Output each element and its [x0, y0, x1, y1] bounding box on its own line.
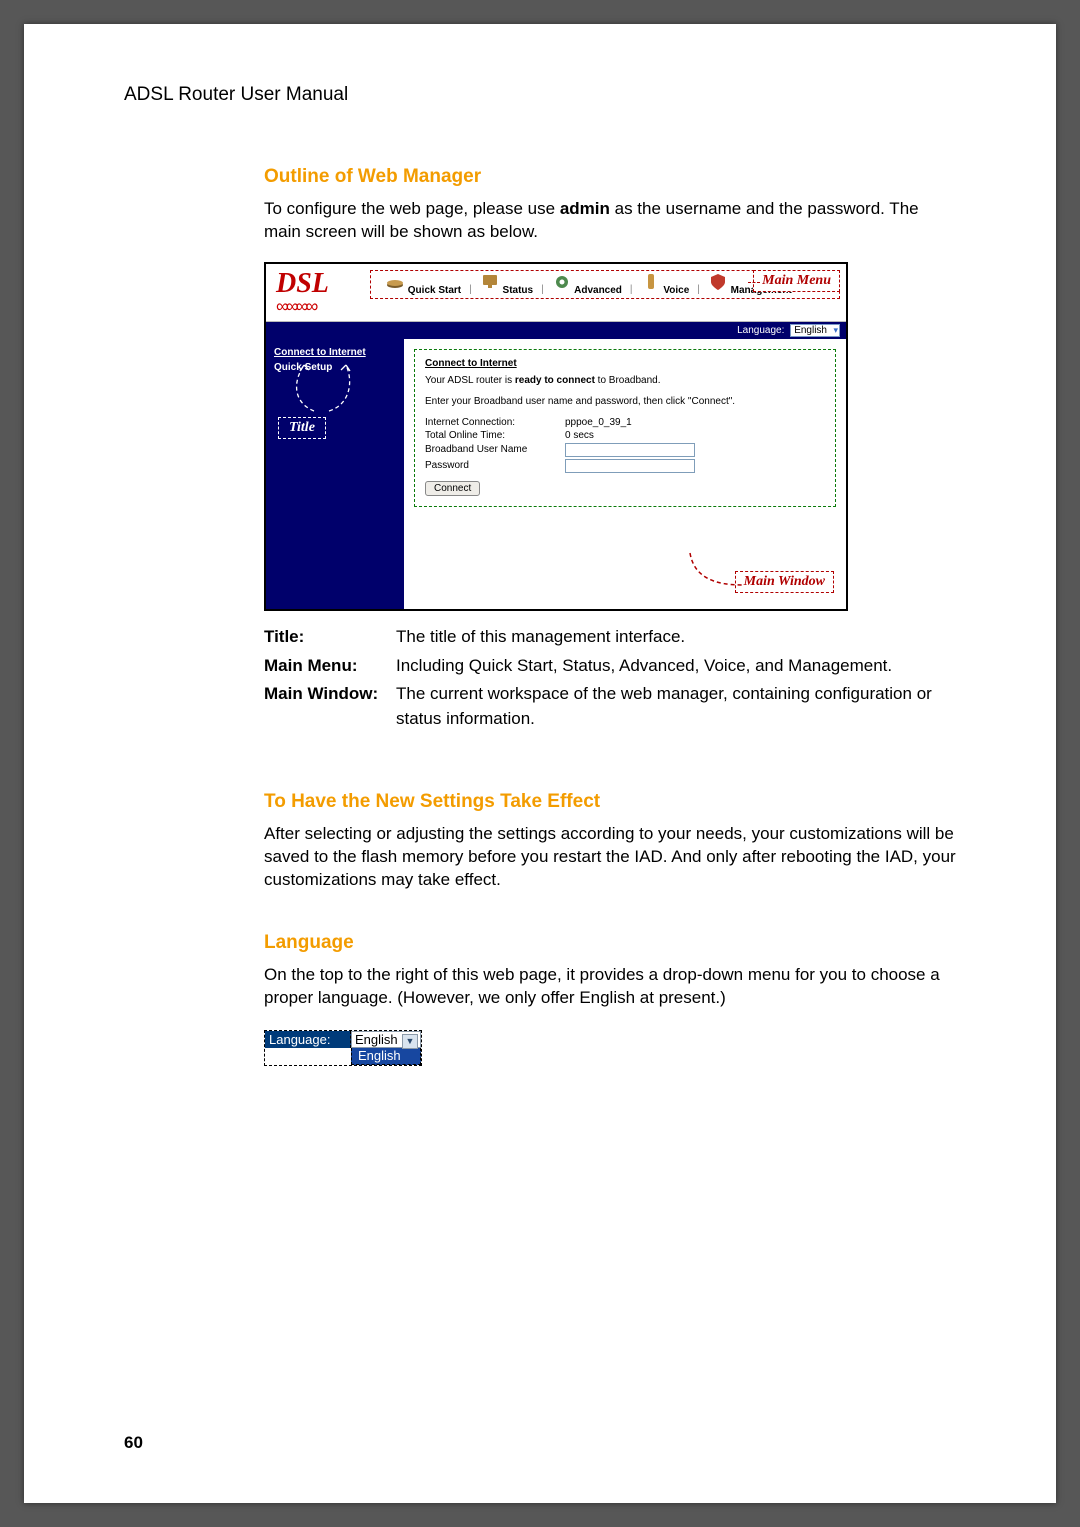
router-icon — [385, 273, 405, 291]
label-online-time: Total Online Time: — [425, 430, 565, 441]
value-internet-connection: pppoe_0_39_1 — [565, 417, 632, 428]
callout-title: Title — [278, 417, 326, 439]
label-password: Password — [425, 460, 565, 471]
menu-status[interactable]: Status — [472, 273, 541, 296]
logo-cell: DSL ∞∞∞∞ — [266, 264, 370, 321]
callout-main-menu: Main Menu — [753, 270, 840, 292]
phone-icon — [641, 273, 661, 291]
paragraph-new-settings: After selecting or adjusting the setting… — [264, 823, 956, 892]
callout-connector — [748, 282, 760, 283]
logo-underline-icon: ∞∞∞∞ — [276, 296, 362, 317]
paragraph-language: On the top to the right of this web page… — [264, 964, 956, 1010]
gear-icon — [552, 273, 572, 291]
heading-new-settings: To Have the New Settings Take Effect — [264, 791, 956, 813]
menu-quick-start[interactable]: Quick Start — [377, 273, 469, 296]
def-desc-main-window: The current workspace of the web manager… — [396, 682, 956, 731]
sidebar: Connect to Internet Quick Setup Title — [266, 339, 404, 609]
language-widget: Language: English ▼ English — [264, 1030, 422, 1066]
input-password[interactable] — [565, 459, 695, 473]
menu-label: Status — [503, 285, 534, 296]
def-term-main-menu: Main Menu: — [264, 654, 396, 679]
main-content-box: Connect to Internet Your ADSL router is … — [414, 349, 836, 507]
text-bold: ready to connect — [515, 375, 595, 386]
menu-label: Voice — [663, 285, 689, 296]
shield-icon — [708, 273, 728, 291]
sidebar-item-quick-setup[interactable]: Quick Setup — [266, 360, 404, 375]
router-screenshot: DSL ∞∞∞∞ Quick Start | Status | — [264, 262, 848, 611]
monitor-icon — [480, 273, 500, 291]
menu-advanced[interactable]: Advanced — [544, 273, 630, 296]
label-internet-connection: Internet Connection: — [425, 417, 565, 428]
chevron-down-icon[interactable]: ▼ — [402, 1034, 418, 1049]
content-heading: Connect to Internet — [425, 358, 825, 369]
main-window: Connect to Internet Your ADSL router is … — [404, 339, 846, 609]
text-admin: admin — [560, 199, 610, 218]
value-online-time: 0 secs — [565, 430, 594, 441]
connect-button[interactable]: Connect — [425, 481, 480, 496]
dsl-logo: DSL — [276, 270, 362, 298]
def-term-main-window: Main Window: — [264, 682, 396, 731]
sidebar-item-connect[interactable]: Connect to Internet — [266, 345, 404, 360]
menu-voice[interactable]: Voice — [633, 273, 698, 296]
label-username: Broadband User Name — [425, 444, 565, 455]
language-select[interactable]: English — [790, 324, 840, 337]
lang-widget-field[interactable]: English ▼ — [351, 1031, 421, 1048]
page-header: ADSL Router User Manual — [124, 84, 956, 106]
definitions: Title: The title of this management inte… — [264, 625, 956, 732]
menu-label: Quick Start — [408, 285, 461, 296]
content-line2: Enter your Broadband user name and passw… — [425, 396, 825, 407]
def-desc-title: The title of this management interface. — [396, 625, 956, 650]
lang-widget-value: English — [355, 1032, 398, 1047]
heading-language: Language — [264, 932, 956, 954]
lang-widget-option[interactable]: English — [351, 1048, 421, 1065]
menu-label: Advanced — [574, 285, 622, 296]
text: to Broadband. — [595, 375, 661, 386]
input-username[interactable] — [565, 443, 695, 457]
paragraph-outline-intro: To configure the web page, please use ad… — [264, 198, 956, 244]
text: Your ADSL router is — [425, 375, 515, 386]
page-number: 60 — [124, 1433, 143, 1453]
lang-widget-label: Language: — [265, 1031, 351, 1048]
language-label: Language: — [737, 325, 784, 336]
content-line1: Your ADSL router is ready to connect to … — [425, 375, 825, 386]
def-term-title: Title: — [264, 625, 396, 650]
router-top-bar: DSL ∞∞∞∞ Quick Start | Status | — [266, 264, 846, 322]
callout-main-window: Main Window — [735, 571, 834, 593]
text: To configure the web page, please use — [264, 199, 560, 218]
def-desc-main-menu: Including Quick Start, Status, Advanced,… — [396, 654, 956, 679]
heading-outline: Outline of Web Manager — [264, 166, 956, 188]
language-bar: Language: English — [266, 322, 846, 339]
